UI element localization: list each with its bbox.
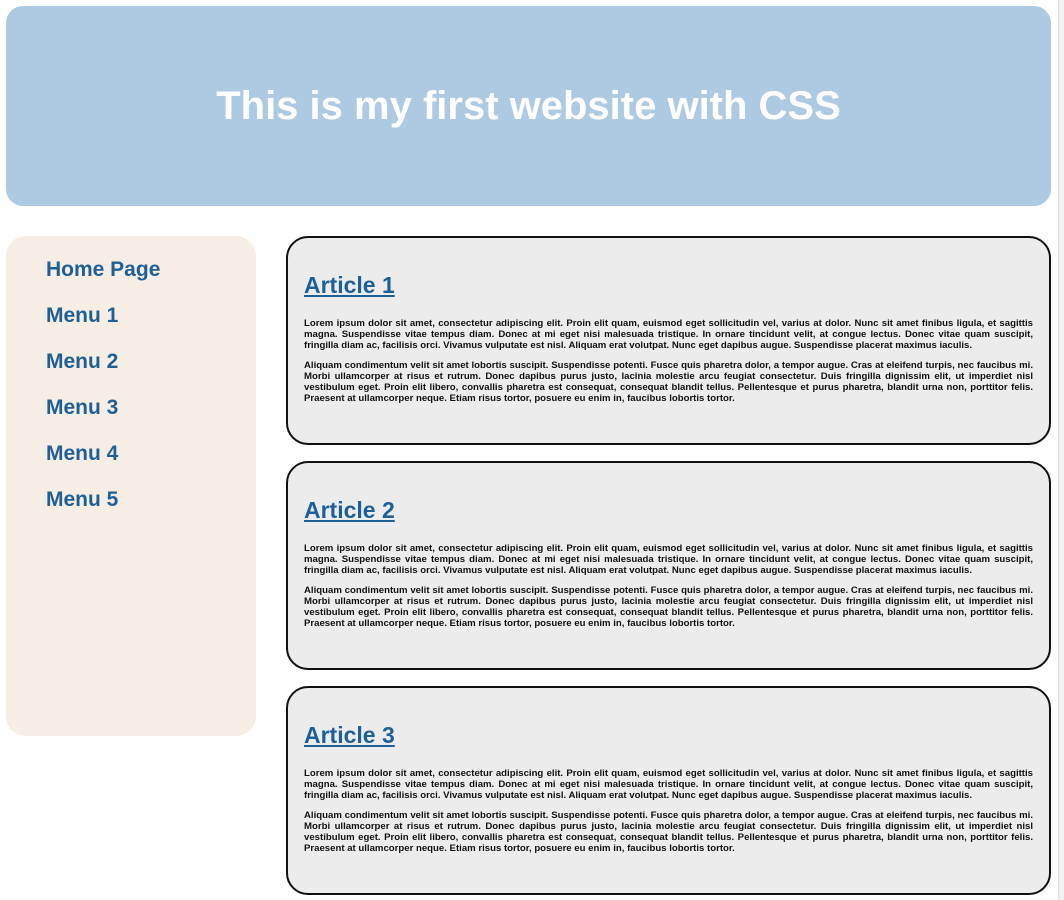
article-card-3: Article 3 Lorem ipsum dolor sit amet, co… <box>286 686 1051 895</box>
article-title-link-1[interactable]: Article 1 <box>304 272 395 298</box>
article-paragraph: Lorem ipsum dolor sit amet, consectetur … <box>304 318 1033 351</box>
sidebar-link-menu-2[interactable]: Menu 2 <box>46 350 118 374</box>
sidebar-link-menu-4[interactable]: Menu 4 <box>46 442 118 466</box>
page: This is my first website with CSS Home P… <box>0 0 1064 900</box>
sidebar-item-menu-4: Menu 4 <box>46 442 256 488</box>
article-title-link-3[interactable]: Article 3 <box>304 722 395 748</box>
sidebar-link-menu-3[interactable]: Menu 3 <box>46 396 118 420</box>
sidebar-link-home-page[interactable]: Home Page <box>46 258 160 282</box>
article-paragraph: Aliquam condimentum velit sit amet lobor… <box>304 360 1033 404</box>
sidebar-nav: Home Page Menu 1 Menu 2 Menu 3 Menu 4 Me… <box>6 236 256 736</box>
article-paragraph: Aliquam condimentum velit sit amet lobor… <box>304 810 1033 854</box>
sidebar-menu: Home Page Menu 1 Menu 2 Menu 3 Menu 4 Me… <box>6 258 256 534</box>
sidebar-item-menu-5: Menu 5 <box>46 488 256 534</box>
sidebar-item-menu-3: Menu 3 <box>46 396 256 442</box>
articles-list: Article 1 Lorem ipsum dolor sit amet, co… <box>286 236 1051 900</box>
sidebar-item-home: Home Page <box>46 258 256 304</box>
article-title-link-2[interactable]: Article 2 <box>304 497 395 523</box>
sidebar-link-menu-1[interactable]: Menu 1 <box>46 304 118 328</box>
sidebar-link-menu-5[interactable]: Menu 5 <box>46 488 118 512</box>
sidebar-item-menu-1: Menu 1 <box>46 304 256 350</box>
article-paragraph: Aliquam condimentum velit sit amet lobor… <box>304 585 1033 629</box>
vertical-scrollbar[interactable] <box>1058 0 1064 900</box>
article-paragraph: Lorem ipsum dolor sit amet, consectetur … <box>304 543 1033 576</box>
article-heading: Article 2 <box>304 497 1033 523</box>
article-card-1: Article 1 Lorem ipsum dolor sit amet, co… <box>286 236 1051 445</box>
site-header: This is my first website with CSS <box>6 6 1051 206</box>
article-paragraph: Lorem ipsum dolor sit amet, consectetur … <box>304 768 1033 801</box>
article-card-2: Article 2 Lorem ipsum dolor sit amet, co… <box>286 461 1051 670</box>
sidebar-item-menu-2: Menu 2 <box>46 350 256 396</box>
article-heading: Article 1 <box>304 272 1033 298</box>
article-heading: Article 3 <box>304 722 1033 748</box>
site-title: This is my first website with CSS <box>216 83 841 128</box>
